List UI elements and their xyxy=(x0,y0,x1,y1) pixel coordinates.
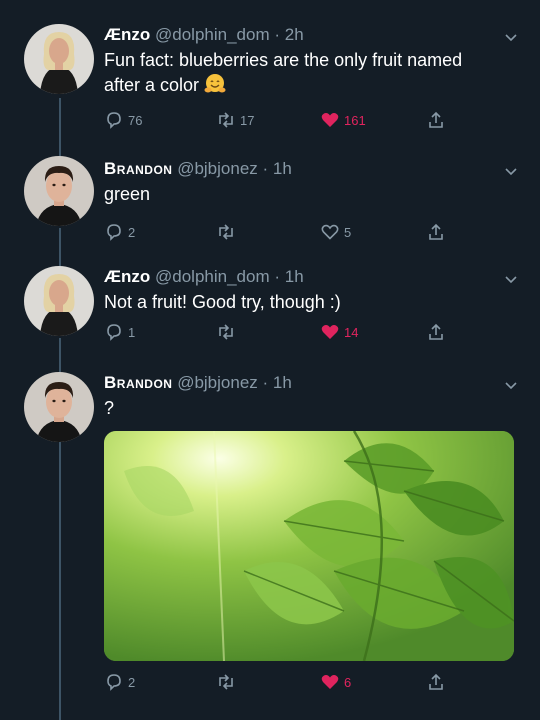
like-button[interactable]: 161 xyxy=(320,110,366,130)
tweet-actions: 76 17 161 xyxy=(104,110,444,134)
display-name[interactable]: Brandon xyxy=(104,373,172,392)
tweet-actions: 2 5 xyxy=(104,222,444,246)
display-name[interactable]: Brandon xyxy=(104,159,172,178)
share-button[interactable] xyxy=(426,222,450,242)
share-icon xyxy=(429,111,443,128)
retweet-icon xyxy=(219,674,233,690)
share-icon xyxy=(429,323,443,340)
tweet-text: ? xyxy=(104,398,115,418)
tweet-header: Brandon @bjbjonez · 1h xyxy=(104,372,520,394)
like-count: 14 xyxy=(344,324,359,340)
user-handle[interactable]: @bjbjonez xyxy=(177,159,258,178)
like-button[interactable]: 5 xyxy=(320,222,351,242)
tweet-text-line: after a color xyxy=(104,75,200,95)
reply-button[interactable]: 1 xyxy=(104,322,135,342)
heart-filled-icon xyxy=(321,325,339,339)
chevron-down-icon[interactable] xyxy=(504,164,518,178)
avatar[interactable] xyxy=(24,24,94,94)
reply-button[interactable]: 2 xyxy=(104,222,135,242)
tweet-header: Ænzo @dolphin_dom · 1h xyxy=(104,266,520,288)
tweet-actions: 1 14 xyxy=(104,322,444,346)
sunlit-leaves-photo xyxy=(104,431,514,661)
reply-button[interactable]: 2 xyxy=(104,672,135,692)
like-count: 5 xyxy=(344,224,352,240)
reply-button[interactable]: 76 xyxy=(104,110,142,130)
tweet-actions: 2 6 xyxy=(104,672,444,696)
user-handle[interactable]: @bjbjonez xyxy=(177,373,258,392)
retweet-icon xyxy=(219,112,233,128)
timestamp[interactable]: · 1h xyxy=(274,267,303,286)
like-button[interactable]: 14 xyxy=(320,322,358,342)
tweet-header: Brandon @bjbjonez · 1h xyxy=(104,158,520,180)
timestamp[interactable]: · 1h xyxy=(263,373,292,392)
share-button[interactable] xyxy=(426,322,450,342)
user-handle[interactable]: @dolphin_dom xyxy=(155,267,270,286)
tweet-text: Not a fruit! Good try, though :) xyxy=(104,292,341,312)
avatar[interactable] xyxy=(24,372,94,442)
chevron-down-icon[interactable] xyxy=(504,30,518,44)
retweet-icon xyxy=(219,324,233,340)
heart-filled-icon xyxy=(321,113,339,127)
retweet-button[interactable]: 17 xyxy=(216,110,254,130)
share-icon xyxy=(429,223,443,240)
tweet[interactable]: Ænzo @dolphin_dom · 1h Not a fruit! Good… xyxy=(0,260,540,370)
timestamp[interactable]: · 2h xyxy=(274,25,303,44)
retweet-button[interactable] xyxy=(216,222,240,242)
tweet[interactable]: Brandon @bjbjonez · 1h green 2 5 xyxy=(0,150,540,260)
reply-count: 2 xyxy=(128,224,136,240)
like-count: 6 xyxy=(344,674,352,690)
heart-outline-icon xyxy=(321,224,339,240)
reply-count: 76 xyxy=(128,112,143,128)
tweet-header: Ænzo @dolphin_dom · 2h xyxy=(104,24,520,46)
retweet-count: 17 xyxy=(240,112,255,128)
display-name[interactable]: Ænzo xyxy=(104,25,150,44)
retweet-button[interactable] xyxy=(216,672,240,692)
timestamp[interactable]: · 1h xyxy=(263,159,292,178)
share-button[interactable] xyxy=(426,110,450,130)
heart-filled-icon xyxy=(321,675,339,689)
like-count: 161 xyxy=(344,112,366,128)
hugging-face-emoji-icon xyxy=(204,74,226,93)
share-button[interactable] xyxy=(426,672,450,692)
tweet[interactable]: Ænzo @dolphin_dom · 2h Fun fact: blueber… xyxy=(0,0,540,150)
tweet-text-line: Fun fact: blueberries are the only fruit… xyxy=(104,50,463,70)
reply-count: 1 xyxy=(128,324,136,340)
avatar[interactable] xyxy=(24,266,94,336)
share-icon xyxy=(429,673,443,690)
tweet-text: Fun fact: blueberries are the only fruit… xyxy=(104,48,520,98)
reply-count: 2 xyxy=(128,674,136,690)
like-button[interactable]: 6 xyxy=(320,672,351,692)
reply-icon xyxy=(107,674,121,691)
reply-icon xyxy=(107,324,121,341)
retweet-icon xyxy=(219,224,233,240)
chevron-down-icon[interactable] xyxy=(504,272,518,286)
display-name[interactable]: Ænzo xyxy=(104,267,150,286)
retweet-button[interactable] xyxy=(216,322,240,342)
user-handle[interactable]: @dolphin_dom xyxy=(155,25,270,44)
reply-icon xyxy=(107,112,121,129)
chevron-down-icon[interactable] xyxy=(504,378,518,392)
avatar[interactable] xyxy=(24,156,94,226)
tweet-media-image[interactable] xyxy=(104,431,514,661)
tweet-text: green xyxy=(104,184,151,204)
reply-icon xyxy=(107,224,121,241)
